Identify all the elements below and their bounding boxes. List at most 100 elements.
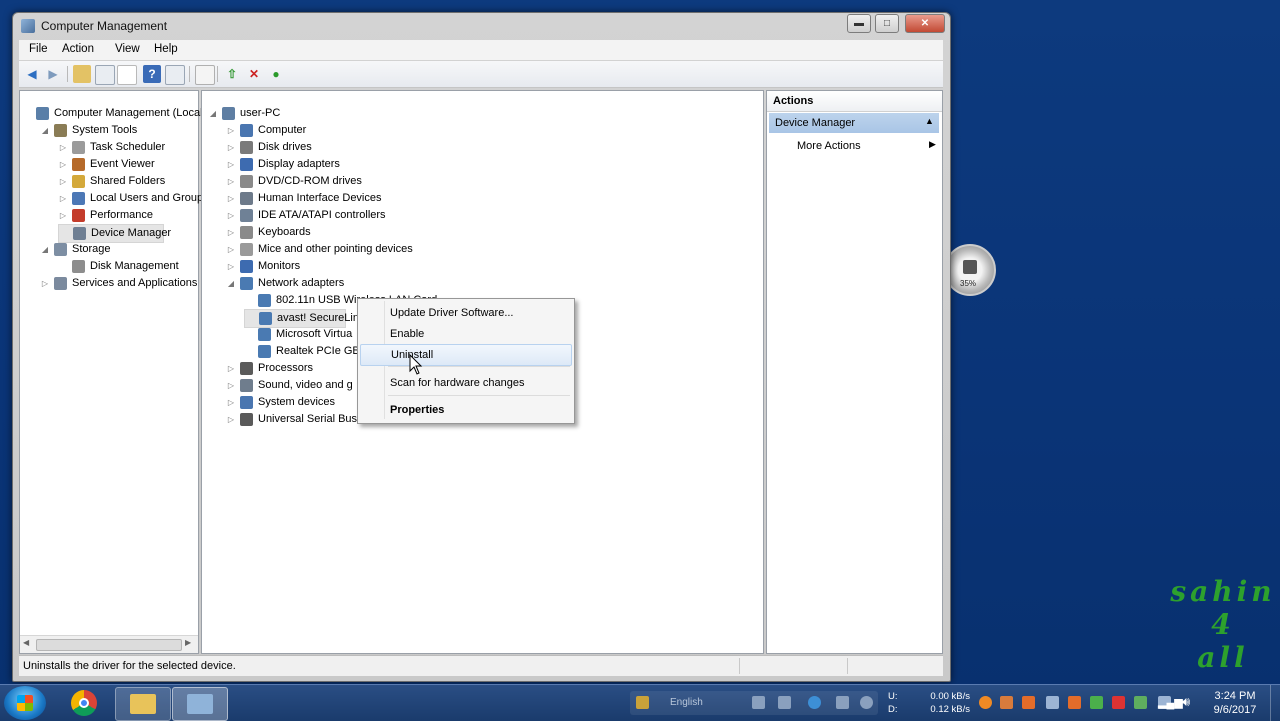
tree-item-label: Microsoft Virtua [276,328,353,340]
maximize-button[interactable]: □ [875,14,899,33]
menu-item-scan-hardware[interactable]: Scan for hardware changes [360,373,570,393]
tray-icon[interactable] [1134,696,1147,709]
minimize-button[interactable]: ▬ [847,14,871,33]
expanded-arrow-icon[interactable]: ◢ [40,122,50,139]
actions-device-manager[interactable]: Device Manager ▲ [769,113,939,133]
expand-arrow-icon[interactable]: ▷ [226,139,236,156]
status-bar: Uninstalls the driver for the selected d… [19,655,943,676]
properties-icon[interactable] [117,65,137,85]
performance-icon [72,209,85,222]
back-icon[interactable]: ◀ [23,65,41,83]
tree-item-label: IDE ATA/ATAPI controllers [258,209,386,221]
menu-bar: File Action View Help [19,40,943,60]
expanded-arrow-icon[interactable]: ◢ [208,105,218,122]
more-actions-label: More Actions [797,140,861,152]
tray-icon[interactable] [778,696,791,709]
tray-icon[interactable] [1090,696,1103,709]
expand-arrow-icon[interactable]: ▷ [226,156,236,173]
taskbar-computer-management[interactable] [172,687,228,721]
tree-item-label: Disk Management [90,260,179,272]
cpu-meter-gadget[interactable]: 35% [944,244,996,296]
menu-item-uninstall[interactable]: Uninstall [360,344,572,366]
update-driver-icon[interactable]: ⇧ [223,65,241,83]
scan-hardware-icon[interactable] [195,65,215,85]
menu-item-enable[interactable]: Enable [360,324,570,344]
up-icon[interactable] [73,65,91,83]
expand-arrow-icon[interactable]: ▷ [226,411,236,428]
tray-icon[interactable] [1068,696,1081,709]
expand-arrow-icon[interactable]: ▷ [58,207,68,224]
taskbar-chrome[interactable] [58,687,112,719]
show-desktop-button[interactable] [1270,685,1280,721]
expand-arrow-icon[interactable]: ▷ [58,156,68,173]
scroll-thumb[interactable] [36,639,182,651]
taskbar-file-explorer[interactable] [115,687,171,721]
menu-item-update-driver[interactable]: Update Driver Software... [360,303,570,323]
volume-icon[interactable]: 🔊︎ [1182,694,1190,710]
computer-icon [240,124,253,137]
scroll-right-icon[interactable]: ▶ [185,638,191,647]
menu-help[interactable]: Help [154,43,178,55]
gadget-needle-icon [963,260,977,274]
expanded-arrow-icon[interactable]: ◢ [226,275,236,292]
tree-item-label: Processors [258,362,314,374]
tray-icon[interactable] [1000,696,1013,709]
tree-item-label: Storage [72,243,111,255]
start-button[interactable] [4,686,46,720]
expand-arrow-icon[interactable]: ▷ [226,224,236,241]
menu-item-properties[interactable]: Properties [360,400,570,420]
enable-device-icon[interactable]: ● [267,65,285,83]
collapse-icon[interactable]: ▲ [925,116,934,126]
forward-icon[interactable]: ▶ [44,65,62,83]
expand-arrow-icon[interactable]: ▷ [58,173,68,190]
folder-icon [130,694,156,714]
menu-action[interactable]: Action [62,43,94,55]
clock[interactable]: 3:24 PM 9/6/2017 [1205,689,1265,717]
menu-view[interactable]: View [115,43,140,55]
tray-icon[interactable] [1046,696,1059,709]
expand-arrow-icon[interactable]: ▷ [226,190,236,207]
scroll-left-icon[interactable]: ◀ [23,638,29,647]
expand-arrow-icon[interactable]: ▷ [226,173,236,190]
dvd-drive-icon [240,175,253,188]
clock-time: 3:24 PM [1214,690,1256,702]
expand-arrow-icon[interactable]: ▷ [40,275,50,292]
avast-icon[interactable] [979,696,992,709]
tray-icon[interactable] [752,696,765,709]
more-actions-item[interactable]: More Actions ▶ [769,136,939,156]
console-tree: Computer Management (Local ◢ System Tools ▷… [19,90,209,654]
language-bar[interactable]: English [630,691,878,715]
title-bar[interactable]: Computer Management ▬ □ ✕ [13,13,950,39]
tree-item-label: Event Viewer [90,158,155,170]
expand-arrow-icon[interactable]: ▷ [226,394,236,411]
show-action-pane-icon[interactable] [165,65,185,85]
help-icon[interactable]: ? [143,65,161,83]
expand-arrow-icon[interactable]: ▷ [58,139,68,156]
menu-separator [388,395,570,396]
menu-item-label: Update Driver Software... [390,307,514,319]
expanded-arrow-icon[interactable]: ◢ [40,241,50,258]
uninstall-icon[interactable]: ✕ [245,65,263,83]
network-signal-icon[interactable]: ▂▄▆ [1158,696,1183,709]
expand-arrow-icon[interactable]: ▷ [226,207,236,224]
tree-item-label: Computer Management (Local [54,107,203,119]
expand-arrow-icon[interactable]: ▷ [226,360,236,377]
ime-icon[interactable] [636,696,649,709]
tree-item-label: Monitors [258,260,301,272]
tray-icon[interactable] [860,696,873,709]
tray-icon[interactable] [836,696,849,709]
action-center-icon[interactable] [1112,696,1125,709]
show-hide-console-tree-icon[interactable] [95,65,115,85]
tray-icon[interactable] [1022,696,1035,709]
horizontal-scrollbar[interactable]: ◀ ▶ [20,635,198,653]
expand-arrow-icon[interactable]: ▷ [58,190,68,207]
expand-arrow-icon[interactable]: ▷ [226,258,236,275]
close-button[interactable]: ✕ [905,14,945,33]
tree-item-label: Universal Serial Bus [258,413,358,425]
menu-file[interactable]: File [29,43,48,55]
internet-explorer-icon[interactable] [808,696,821,709]
expand-arrow-icon[interactable]: ▷ [226,377,236,394]
expand-arrow-icon[interactable]: ▷ [226,122,236,139]
expand-arrow-icon[interactable]: ▷ [226,241,236,258]
system-devices-icon [240,396,253,409]
